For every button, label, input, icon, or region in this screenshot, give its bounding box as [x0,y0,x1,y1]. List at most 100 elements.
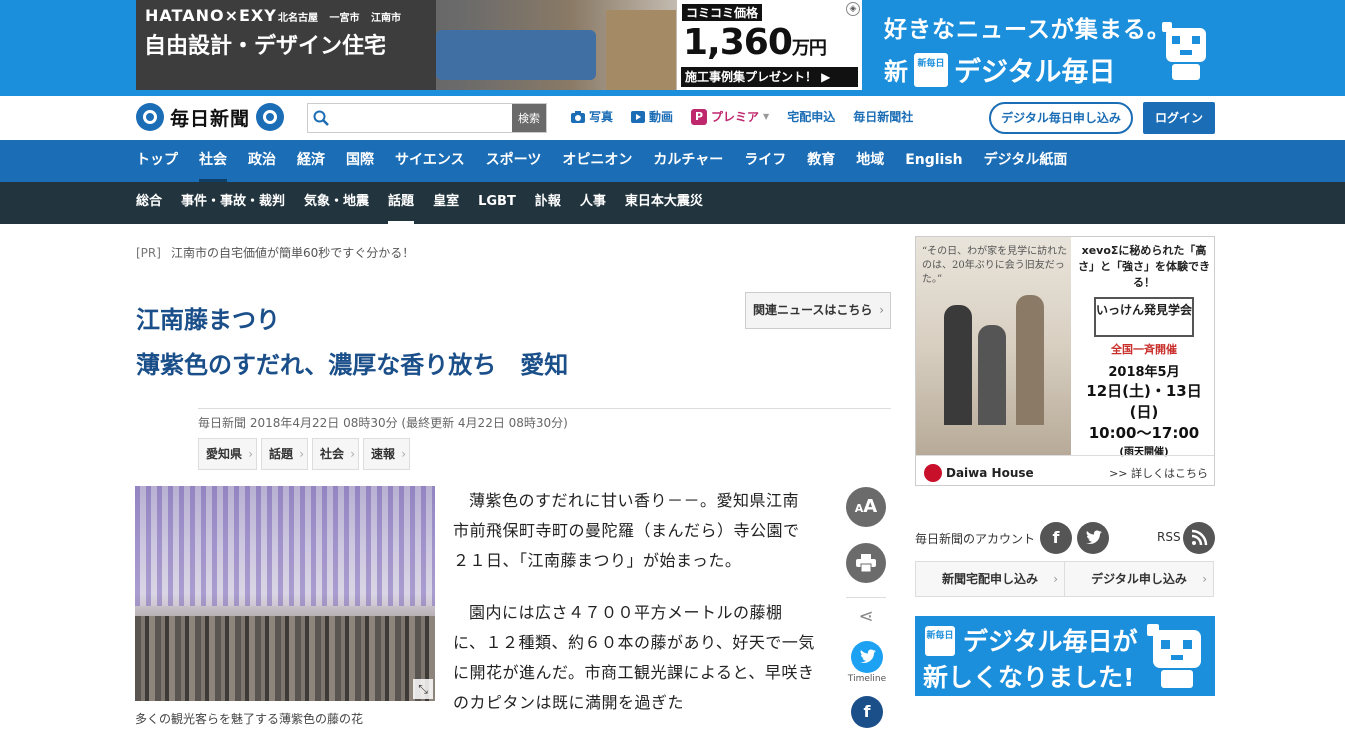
pr-link[interactable]: [PR] 江南市の自宅価値が簡単60秒ですぐ分かる！ [136,244,414,261]
article-paragraph: 薄紫色のすだれに甘い香り－－。愛知県江南市前飛保町寺町の曼陀羅（まんだら）寺公園… [453,491,800,570]
cat-item[interactable]: デジタル紙面 [984,140,1068,182]
site-header: 毎日新聞 検索 写真 動画 P プレミア ▼ 宅配申込 毎日新聞社 デジタル毎日… [0,96,1345,140]
subnav-item[interactable]: 事件・事故・裁判 [181,182,285,224]
header-nav: 写真 動画 P プレミア ▼ 宅配申込 毎日新聞社 [571,108,913,125]
ad-room-image [606,10,676,90]
twitter-icon[interactable] [1077,522,1109,554]
subnav-item[interactable]: 総合 [136,182,162,224]
cat-item[interactable]: 政治 [248,140,276,182]
twitter-timeline-icon[interactable] [851,641,883,673]
subnav-item[interactable]: LGBT [478,182,516,224]
ad-cta[interactable]: 施工事例集プレゼント！ ▶ [681,67,858,87]
top-ad-band: HATANO×EXY 北名古屋 一宮市 江南市 自由設計・デザイン住宅 コミコミ… [0,0,1345,96]
subnav-item[interactable]: 気象・地震 [304,182,369,224]
ad-sofa-image [436,30,596,80]
article-tools: AA ⋖ Timeline f [846,487,888,728]
promo-title-row: 新 新毎日 デジタル毎日 [884,50,1171,89]
premier-icon: P [691,108,708,125]
cat-item[interactable]: サイエンス [395,140,465,182]
nav-delivery[interactable]: 宅配申込 [787,108,835,125]
cat-item[interactable]: トップ [136,140,178,182]
tag-link[interactable]: 話題 [261,438,309,470]
site-logo[interactable]: 毎日新聞 [136,103,285,131]
article-headline: 薄紫色のすだれ、濃厚な香り放ち 愛知 [136,351,569,379]
login-button[interactable]: ログイン [1143,102,1215,134]
digital-mainichi-ad[interactable]: 新毎日 デジタル毎日が 新しくなりました! [915,616,1215,696]
nav-photo[interactable]: 写真 [571,108,613,125]
nav-video[interactable]: 動画 [631,108,673,125]
subnav-item[interactable]: 皇室 [433,182,459,224]
rss-icon[interactable] [1183,522,1215,554]
ad-quote: “その日、わが家を見学に訪れたのは、20年ぶりに会う旧友だった。” [922,246,1068,285]
font-size-button[interactable]: AA [846,487,886,527]
digital-promo[interactable]: 好きなニュースが集まる。 新 新毎日 デジタル毎日 [884,10,1171,89]
share-icon[interactable]: ⋖ [846,597,886,627]
subscribe-button[interactable]: デジタル毎日申し込み [989,102,1133,134]
daiwa-logo: Daiwa House [924,464,1034,482]
promo-tagline: 好きなニュースが集まる。 [884,17,1171,43]
promo-new: 新 [884,58,908,86]
search-button[interactable]: 検索 [512,104,546,132]
cat-item[interactable]: English [905,140,962,182]
chevron-right-icon: › [879,303,884,317]
wisteria-image [135,486,435,606]
facebook-icon[interactable]: f [1040,522,1072,554]
promo-badge: 新毎日 [914,52,948,87]
twitter-bird-icon [1086,530,1102,544]
cat-item[interactable]: ライフ [744,140,786,182]
cat-item[interactable]: 国際 [346,140,374,182]
category-nav: トップ 社会 政治 経済 国際 サイエンス スポーツ オピニオン カルチャー ラ… [0,140,1345,182]
tag-link[interactable]: 社会 [312,438,360,470]
facebook-icon[interactable]: f [851,696,883,728]
related-news-button[interactable]: 関連ニュースはこちら › [745,292,891,329]
logo-mark-icon [136,103,164,131]
pr-text: 江南市の自宅価値が簡単60秒ですぐ分かる！ [170,246,415,260]
digital-ad-line1: デジタル毎日が [963,627,1138,656]
nav-company[interactable]: 毎日新聞社 [853,108,913,125]
cat-item[interactable]: オピニオン [562,140,632,182]
search-icon [313,110,329,126]
tag-link[interactable]: 速報 [363,438,411,470]
ad-price-value: 1,360 [683,22,793,63]
ad-more-link[interactable]: >> 詳しくはこちら [1109,465,1208,481]
cat-item[interactable]: カルチャー [653,140,723,182]
cat-item[interactable]: 教育 [807,140,835,182]
logo-text: 毎日新聞 [170,107,251,130]
article-paragraph: 園内には広さ４７００平方メートルの藤棚に、１２種類、約６０本の藤があり、好天で一… [453,603,815,712]
print-button[interactable] [846,543,886,583]
camera-icon [571,110,585,123]
expand-icon[interactable]: ⤡ [413,679,433,699]
account-row: 毎日新聞のアカウント f RSS [915,522,1215,554]
nav-premier[interactable]: P プレミア ▼ [691,108,769,125]
search-input[interactable] [334,106,514,130]
cat-item[interactable]: スポーツ [486,140,542,182]
ad-areas: 北名古屋 一宮市 江南市 [278,13,401,24]
sub-nav: 総合 事件・事故・裁判 気象・地震 話題 皇室 LGBT 訃報 人事 東日本大震… [0,182,1345,224]
cat-item[interactable]: 地域 [856,140,884,182]
subnav-item[interactable]: 訃報 [535,182,561,224]
font-size-small-glyph: A [854,502,864,515]
subnav-item[interactable]: 東日本大震災 [625,182,703,224]
chevron-down-icon: ▼ [763,112,770,121]
ad-price-box: コミコミ価格 1,360万円 施工事例集プレゼント！ ▶ [677,0,862,90]
nav-photo-label: 写真 [589,110,614,124]
article-photo[interactable]: ⤡ [135,486,435,701]
twitter-bird-icon [860,649,876,663]
subnav-item-active[interactable]: 話題 [388,182,415,224]
digital-subscribe-button[interactable]: デジタル申し込み [1064,562,1213,596]
tag-link[interactable]: 愛知県 [198,438,258,470]
mascot-icon [1162,22,1206,80]
ad-brand: HATANO×EXY [145,6,277,25]
digital-badge: 新毎日 [925,626,955,656]
cat-item-active[interactable]: 社会 [199,140,227,182]
house-ad-banner[interactable]: HATANO×EXY 北名古屋 一宮市 江南市 自由設計・デザイン住宅 コミコミ… [136,0,862,90]
ad-choices-icon[interactable]: ◈ [846,2,860,16]
person-figure [978,325,1006,425]
newspaper-delivery-button[interactable]: 新聞宅配申し込み [916,562,1064,596]
article-body: 薄紫色のすだれに甘い香り－－。愛知県江南市前飛保町寺町の曼陀羅（まんだら）寺公園… [453,486,815,740]
cat-item[interactable]: 経済 [297,140,325,182]
daiwa-house-ad[interactable]: “その日、わが家を見学に訪れたのは、20年ぶりに会う旧友だった。” xevoΣに… [915,236,1215,486]
ad-photo: “その日、わが家を見学に訪れたのは、20年ぶりに会う旧友だった。” [916,237,1071,455]
subnav-item[interactable]: 人事 [580,182,606,224]
logo-mark-icon [256,103,285,131]
